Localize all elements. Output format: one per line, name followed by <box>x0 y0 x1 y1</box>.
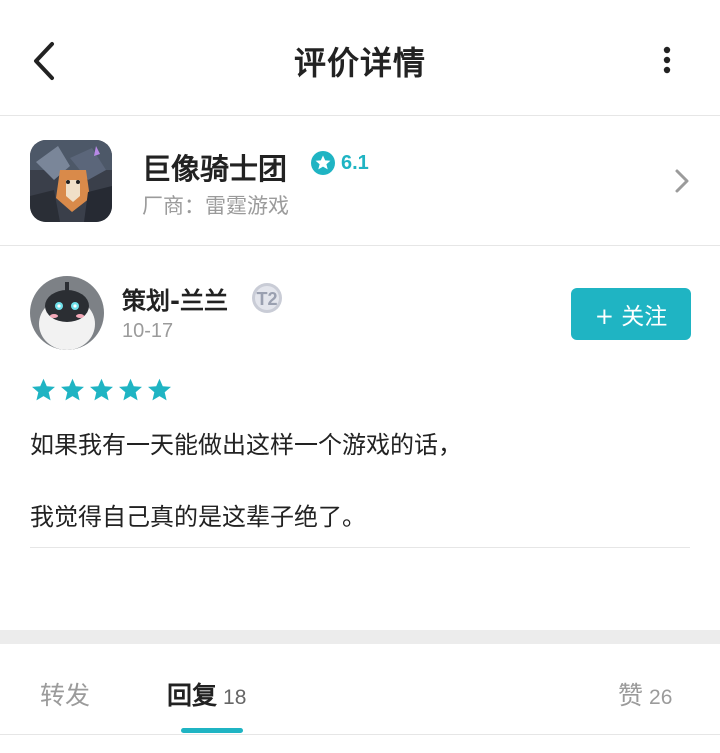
like-count: 26 <box>649 686 673 709</box>
tab-like[interactable]: 赞 26 <box>618 676 672 712</box>
rating-badge: 6.1 <box>310 150 369 176</box>
divider <box>30 547 690 548</box>
tab-reply[interactable]: 回复 18 <box>167 676 246 712</box>
tab-forward[interactable]: 转发 <box>40 676 90 712</box>
author-name[interactable]: 策划-兰兰 <box>122 281 228 316</box>
game-app-icon <box>30 140 112 222</box>
tab-reply-label: 回复 <box>167 681 218 710</box>
game-name: 巨像骑士团 <box>142 152 288 186</box>
follow-button[interactable]: + 关注 <box>571 288 691 340</box>
star-icon <box>32 378 55 401</box>
game-card[interactable]: 巨像骑士团 6.1 厂商：雷霆游戏 <box>0 116 720 246</box>
star-icon <box>90 378 113 401</box>
star-icon <box>61 378 84 401</box>
review-date: 10-17 <box>122 320 174 342</box>
rating-value: 6.1 <box>341 151 369 174</box>
chevron-right-icon <box>675 169 689 193</box>
star-icon <box>119 378 142 401</box>
reply-count: 18 <box>223 686 247 709</box>
svg-text:T2: T2 <box>256 289 277 309</box>
divider <box>0 734 720 735</box>
review-text-line: 如果我有一天能做出这样一个游戏的话， <box>30 431 462 459</box>
page-title: 评价详情 <box>293 44 426 82</box>
active-tab-indicator <box>181 728 243 733</box>
tab-forward-label: 转发 <box>40 681 91 710</box>
star-badge-icon <box>311 151 335 175</box>
star-rating <box>30 377 173 404</box>
review-text-line: 我觉得自己真的是这辈子绝了。 <box>30 503 366 531</box>
more-button[interactable] <box>652 40 682 80</box>
vendor-label: 厂商：雷霆游戏 <box>142 194 289 218</box>
follow-label: + 关注 <box>594 304 668 330</box>
action-tabs: 转发 回复 18 赞 26 <box>0 644 720 744</box>
star-icon <box>148 378 171 401</box>
top-bar: 评价详情 <box>0 0 720 116</box>
more-vertical-icon <box>663 46 671 74</box>
section-separator <box>0 630 720 644</box>
tab-like-label: 赞 <box>618 681 644 710</box>
level-badge-icon: T2 <box>252 283 282 313</box>
avatar[interactable] <box>30 276 104 350</box>
